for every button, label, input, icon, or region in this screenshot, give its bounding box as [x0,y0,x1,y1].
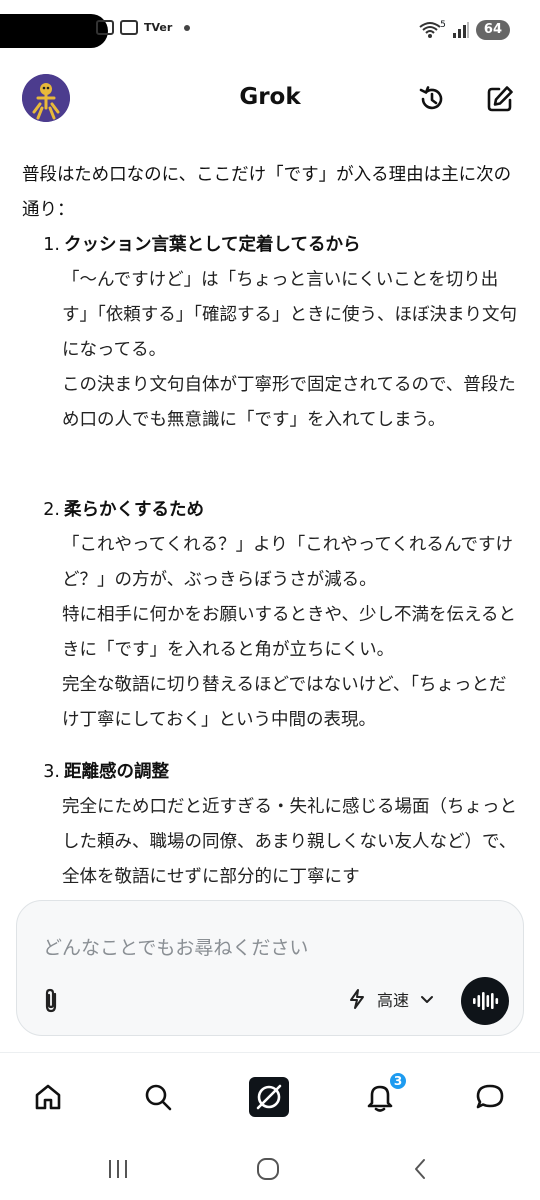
list-item-heading: 1. クッション言葉として定着してるから [22,228,522,263]
prompt-input[interactable]: どんなことでもお尋ねください [43,933,308,960]
attach-button[interactable] [39,987,65,1015]
battery-indicator: 64 [475,20,510,40]
status-icons-right: 5 64 [418,20,510,40]
list-item: 1. クッション言葉として定着してるから 「〜んですけど」は「ちょっと言いにくい… [22,228,522,438]
search-icon [145,1084,172,1111]
paragraph: 「〜んですけど」は「ちょっと言いにくいことを切り出す」「依頼する」「確認する」と… [62,270,517,360]
paragraph: 「これやってくれる？」より「これやってくれるんですけど？」の方が、ぶっきらぼうさ… [62,535,513,590]
voice-mode-button[interactable] [461,977,509,1025]
list-item-heading: 2. 柔らかくするため [22,493,522,528]
screenshot-icon [96,20,114,35]
grok-icon [249,1077,289,1117]
paragraph: 完全にため口だと近すぎる・失礼に感じる場面（ちょっとした頼み、職場の同僚、あまり… [62,797,517,887]
paragraph: この決まり文句自体が丁寧形で固定されてるので、普段ため口の人でも無意識に「です」… [62,375,516,430]
lightning-icon [350,989,364,1009]
history-icon [419,86,443,110]
new-chat-button[interactable] [483,82,517,116]
history-button[interactable] [415,82,449,116]
recent-apps-button[interactable] [98,1154,138,1184]
gallery-icon [120,20,138,35]
chat-message: 普段はため口なのに、ここだけ「です」が入る理由は主に次の通り： 1. クッション… [0,150,540,898]
mode-label: 高速 [377,991,410,1010]
chevron-down-icon [421,996,434,1003]
list-item-body: 完全にため口だと近すぎる・失礼に感じる場面（ちょっとした頼み、職場の同僚、あまり… [62,790,522,895]
list-item: 3. 距離感の調整 完全にため口だと近すぎる・失礼に感じる場面（ちょっとした頼み… [22,755,522,895]
list-item-title: クッション言葉として定着してるから [64,235,361,255]
redacted-area [0,14,108,48]
list-item-number: 2. [43,500,60,520]
list-item-title: 柔らかくするため [64,500,204,520]
nav-messages[interactable] [470,1077,510,1117]
paragraph: 特に相手に何かをお願いするときや、少し不満を伝えるときに「です」を入れると角が立… [62,605,516,660]
waveform-icon [473,992,499,1010]
paperclip-icon [45,988,57,1013]
home-circle-icon [257,1158,279,1180]
list-item-number: 3. [43,762,60,782]
list-item-body: 「〜んですけど」は「ちょっと言いにくいことを切り出す」「依頼する」「確認する」と… [62,263,522,438]
list-item: 2. 柔らかくするため 「これやってくれる？」より「これやってくれるんですけど？… [22,493,522,738]
notification-badge: 3 [388,1071,408,1091]
nav-notifications[interactable]: 3 [360,1071,408,1117]
list-item-number: 1. [43,235,60,255]
back-button[interactable] [400,1154,440,1184]
compose-icon [487,86,513,112]
status-icons-left: TVer [96,20,191,35]
status-bar: TVer 5 64 [0,0,540,62]
home-icon [35,1084,61,1110]
list-item-body: 「これやってくれる？」より「これやってくれるんですけど？」の方が、ぶっきらぼうさ… [62,528,522,738]
back-icon [415,1159,425,1179]
message-intro: 普段はため口なのに、ここだけ「です」が入る理由は主に次の通り： [22,165,512,220]
tver-icon: TVer [144,21,173,34]
home-system-button[interactable] [248,1154,288,1184]
recent-apps-icon [109,1160,127,1178]
composer: どんなことでもお尋ねください 高速 [16,900,524,1036]
mode-select[interactable]: 高速 [347,987,435,1011]
wifi-icon [419,22,441,38]
nav-home[interactable] [28,1077,68,1117]
paragraph: 完全な敬語に切り替えるほどではないけど、「ちょっとだけ丁寧にしておく」という中間… [62,675,507,730]
nav-search[interactable] [138,1077,178,1117]
network-badge: 5 [440,20,446,30]
page-title: Grok [239,84,301,110]
nav-grok[interactable] [249,1077,289,1117]
app-header: Grok [0,66,540,132]
list-item-title: 距離感の調整 [64,762,169,782]
bottom-nav: 3 [0,1052,540,1136]
message-icon [476,1084,504,1109]
list-item-heading: 3. 距離感の調整 [22,755,522,790]
system-nav-bar [0,1136,540,1200]
notification-dot-icon [184,24,191,31]
signal-icon [452,22,469,38]
